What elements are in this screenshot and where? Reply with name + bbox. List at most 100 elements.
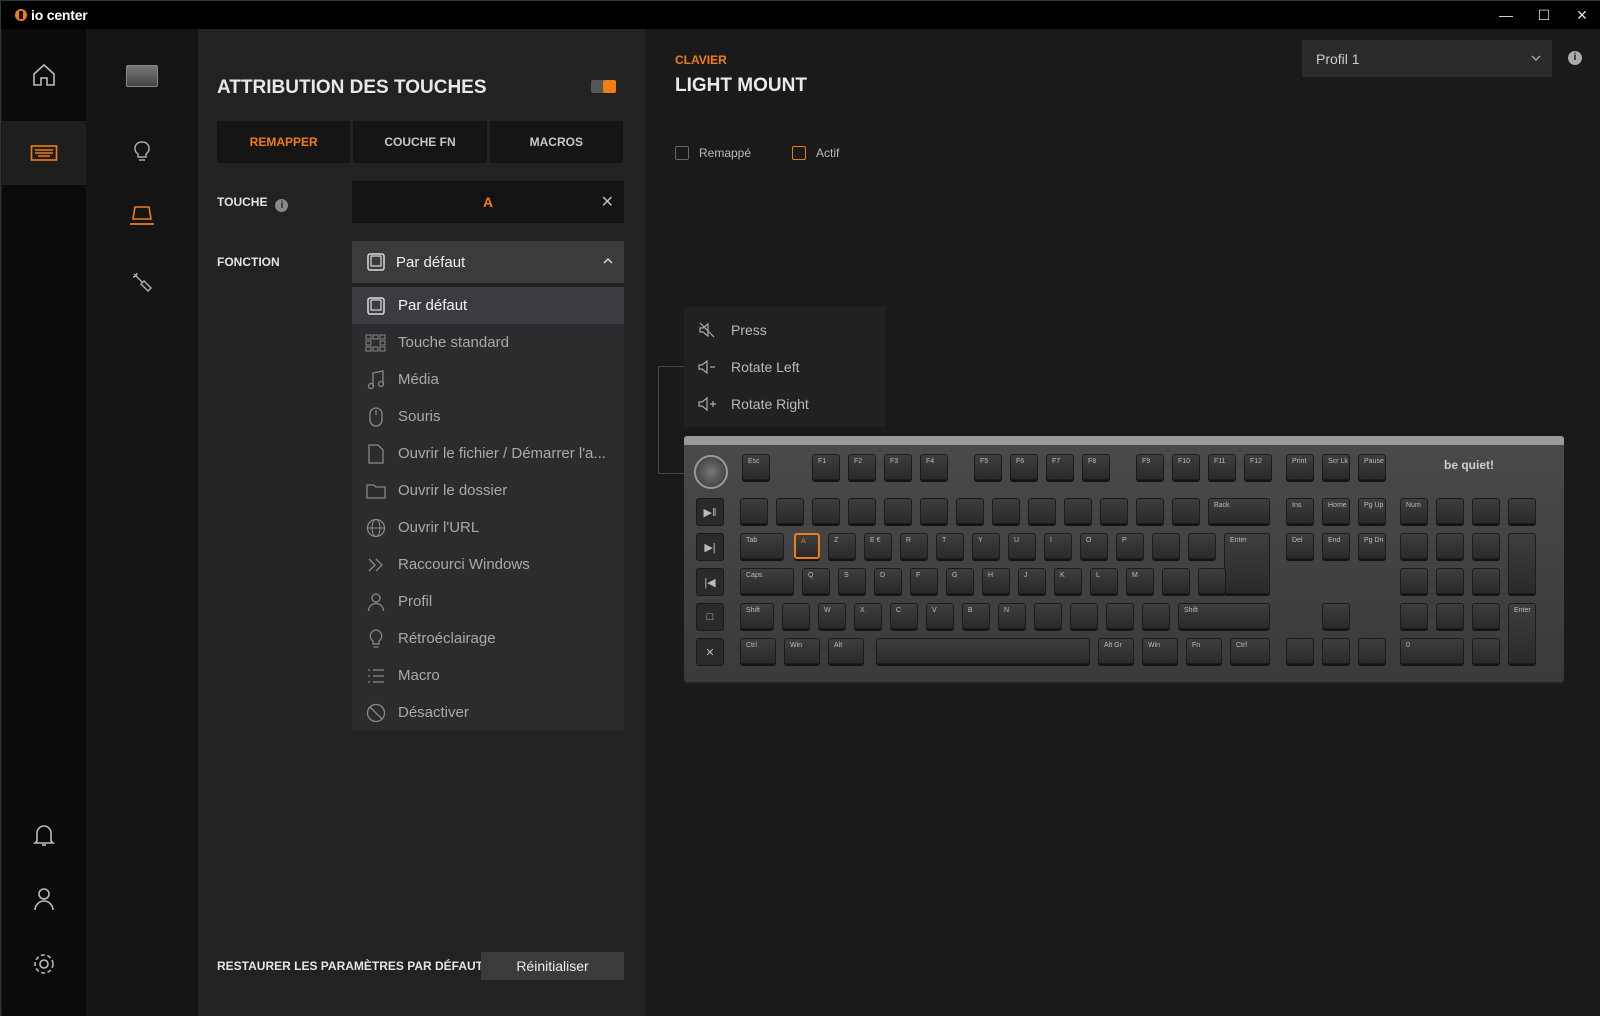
key-k[interactable]: K [1054, 568, 1082, 594]
key-semicolon[interactable] [1070, 603, 1098, 629]
key-num-6[interactable] [1472, 568, 1500, 594]
key-insert[interactable]: Ins [1286, 498, 1314, 524]
dropdown-item-profile[interactable]: Profil [352, 583, 624, 620]
key-page-up[interactable]: Pg Up [1358, 498, 1386, 524]
key-end[interactable]: End [1322, 533, 1350, 559]
dropdown-item-standard-key[interactable]: Touche standard [352, 324, 624, 361]
tab-macros[interactable]: MACROS [489, 121, 623, 163]
key-f12[interactable]: F12 [1244, 454, 1272, 480]
key-f2[interactable]: F2 [848, 454, 876, 480]
dropdown-item-windows-shortcut[interactable]: Raccourci Windows [352, 546, 624, 583]
legend-remapped[interactable]: Remappé [675, 146, 751, 160]
key-exclamation[interactable] [1142, 603, 1170, 629]
key-row1[interactable] [1100, 498, 1128, 524]
key-f5[interactable]: F5 [974, 454, 1002, 480]
key-p[interactable]: P [1116, 533, 1144, 559]
key-angle-brackets[interactable] [782, 603, 810, 629]
key-right-win[interactable]: Win [1142, 638, 1178, 664]
function-select[interactable]: Par défaut [352, 241, 624, 283]
key-alt-gr[interactable]: Alt Gr [1098, 638, 1134, 664]
key-row1[interactable] [740, 498, 768, 524]
key-row1[interactable] [1064, 498, 1092, 524]
key-a-selected[interactable]: A [794, 533, 820, 559]
key-f10[interactable]: F10 [1172, 454, 1200, 480]
key-row1[interactable] [992, 498, 1020, 524]
media-prev-key[interactable]: |◀ [696, 568, 724, 596]
media-stop-key[interactable]: □ [696, 603, 724, 631]
key-tab[interactable]: Tab [740, 533, 784, 559]
key-f7[interactable]: F7 [1046, 454, 1074, 480]
key-dollar[interactable] [1188, 533, 1216, 559]
key-row1[interactable] [1136, 498, 1164, 524]
key-num-1[interactable] [1400, 603, 1428, 629]
tools-icon[interactable] [86, 257, 198, 307]
key-x[interactable]: X [854, 603, 882, 629]
key-r[interactable]: R [900, 533, 928, 559]
key-scroll-lock[interactable]: Scr Lk [1322, 454, 1350, 480]
key-f9[interactable]: F9 [1136, 454, 1164, 480]
key-comma[interactable] [1034, 603, 1062, 629]
key-num-7[interactable] [1400, 533, 1428, 559]
key-f3[interactable]: F3 [884, 454, 912, 480]
key-num-3[interactable] [1472, 603, 1500, 629]
media-play-pause-key[interactable]: ▶‖ [696, 498, 724, 526]
key-num-4[interactable] [1400, 568, 1428, 594]
key-right-shift[interactable]: Shift [1178, 603, 1270, 629]
key-home[interactable]: Home [1322, 498, 1350, 524]
knob-rotate-right[interactable]: Rotate Right [684, 385, 886, 422]
key-num-9[interactable] [1472, 533, 1500, 559]
key-arrow-down[interactable] [1322, 638, 1350, 664]
key-num-multiply[interactable] [1472, 498, 1500, 524]
volume-knob[interactable] [694, 455, 728, 489]
profile-select[interactable]: Profil 1 [1302, 40, 1552, 77]
key-fn[interactable]: Fn [1186, 638, 1222, 664]
key-pause[interactable]: Pause [1358, 454, 1386, 480]
key-row1[interactable] [956, 498, 984, 524]
close-button[interactable]: ✕ [1563, 1, 1600, 29]
key-num-8[interactable] [1436, 533, 1464, 559]
media-next-key[interactable]: ▶| [696, 533, 724, 561]
key-num-minus[interactable] [1508, 498, 1536, 524]
reset-button[interactable]: Réinitialiser [481, 952, 624, 980]
key-right-ctrl[interactable]: Ctrl [1230, 638, 1270, 664]
key-f1[interactable]: F1 [812, 454, 840, 480]
key-i[interactable]: I [1044, 533, 1072, 559]
key-num-decimal[interactable] [1472, 638, 1500, 664]
key-page-down[interactable]: Pg Dn [1358, 533, 1386, 559]
user-icon[interactable] [2, 867, 86, 931]
legend-active[interactable]: Actif [792, 146, 839, 160]
active-checkbox[interactable] [792, 146, 806, 160]
key-n[interactable]: N [998, 603, 1026, 629]
key-b[interactable]: B [962, 603, 990, 629]
dropdown-item-open-file[interactable]: Ouvrir le fichier / Démarrer l'a... [352, 435, 624, 472]
key-v[interactable]: V [926, 603, 954, 629]
key-w[interactable]: W [818, 603, 846, 629]
dropdown-item-open-folder[interactable]: Ouvrir le dossier [352, 472, 624, 509]
key-row1[interactable] [920, 498, 948, 524]
key-row1[interactable] [884, 498, 912, 524]
keyboard-icon[interactable] [2, 121, 86, 185]
key-print[interactable]: Print [1286, 454, 1314, 480]
key-row1[interactable] [1028, 498, 1056, 524]
key-y[interactable]: Y [972, 533, 1000, 559]
key-f[interactable]: F [910, 568, 938, 594]
panel-toggle[interactable] [591, 80, 616, 93]
dropdown-item-default[interactable]: Par défaut [352, 287, 624, 324]
key-backspace[interactable]: Back [1208, 498, 1270, 524]
key-row1[interactable] [812, 498, 840, 524]
lighting-icon[interactable] [86, 127, 198, 177]
key-f8[interactable]: F8 [1082, 454, 1110, 480]
tab-fn-layer[interactable]: COUCHE FN [353, 121, 487, 163]
key-u[interactable]: U [1008, 533, 1036, 559]
key-h[interactable]: H [982, 568, 1010, 594]
dropdown-item-media[interactable]: Média [352, 361, 624, 398]
dropdown-item-open-url[interactable]: Ouvrir l'URL [352, 509, 624, 546]
key-num-0[interactable]: 0 [1400, 638, 1464, 664]
key-s[interactable]: S [838, 568, 866, 594]
remapped-checkbox[interactable] [675, 146, 689, 160]
key-g[interactable]: G [946, 568, 974, 594]
key-asterisk[interactable] [1198, 568, 1226, 594]
maximize-button[interactable]: ☐ [1525, 1, 1563, 29]
key-j[interactable]: J [1018, 568, 1046, 594]
key-left-alt[interactable]: Alt [828, 638, 864, 664]
